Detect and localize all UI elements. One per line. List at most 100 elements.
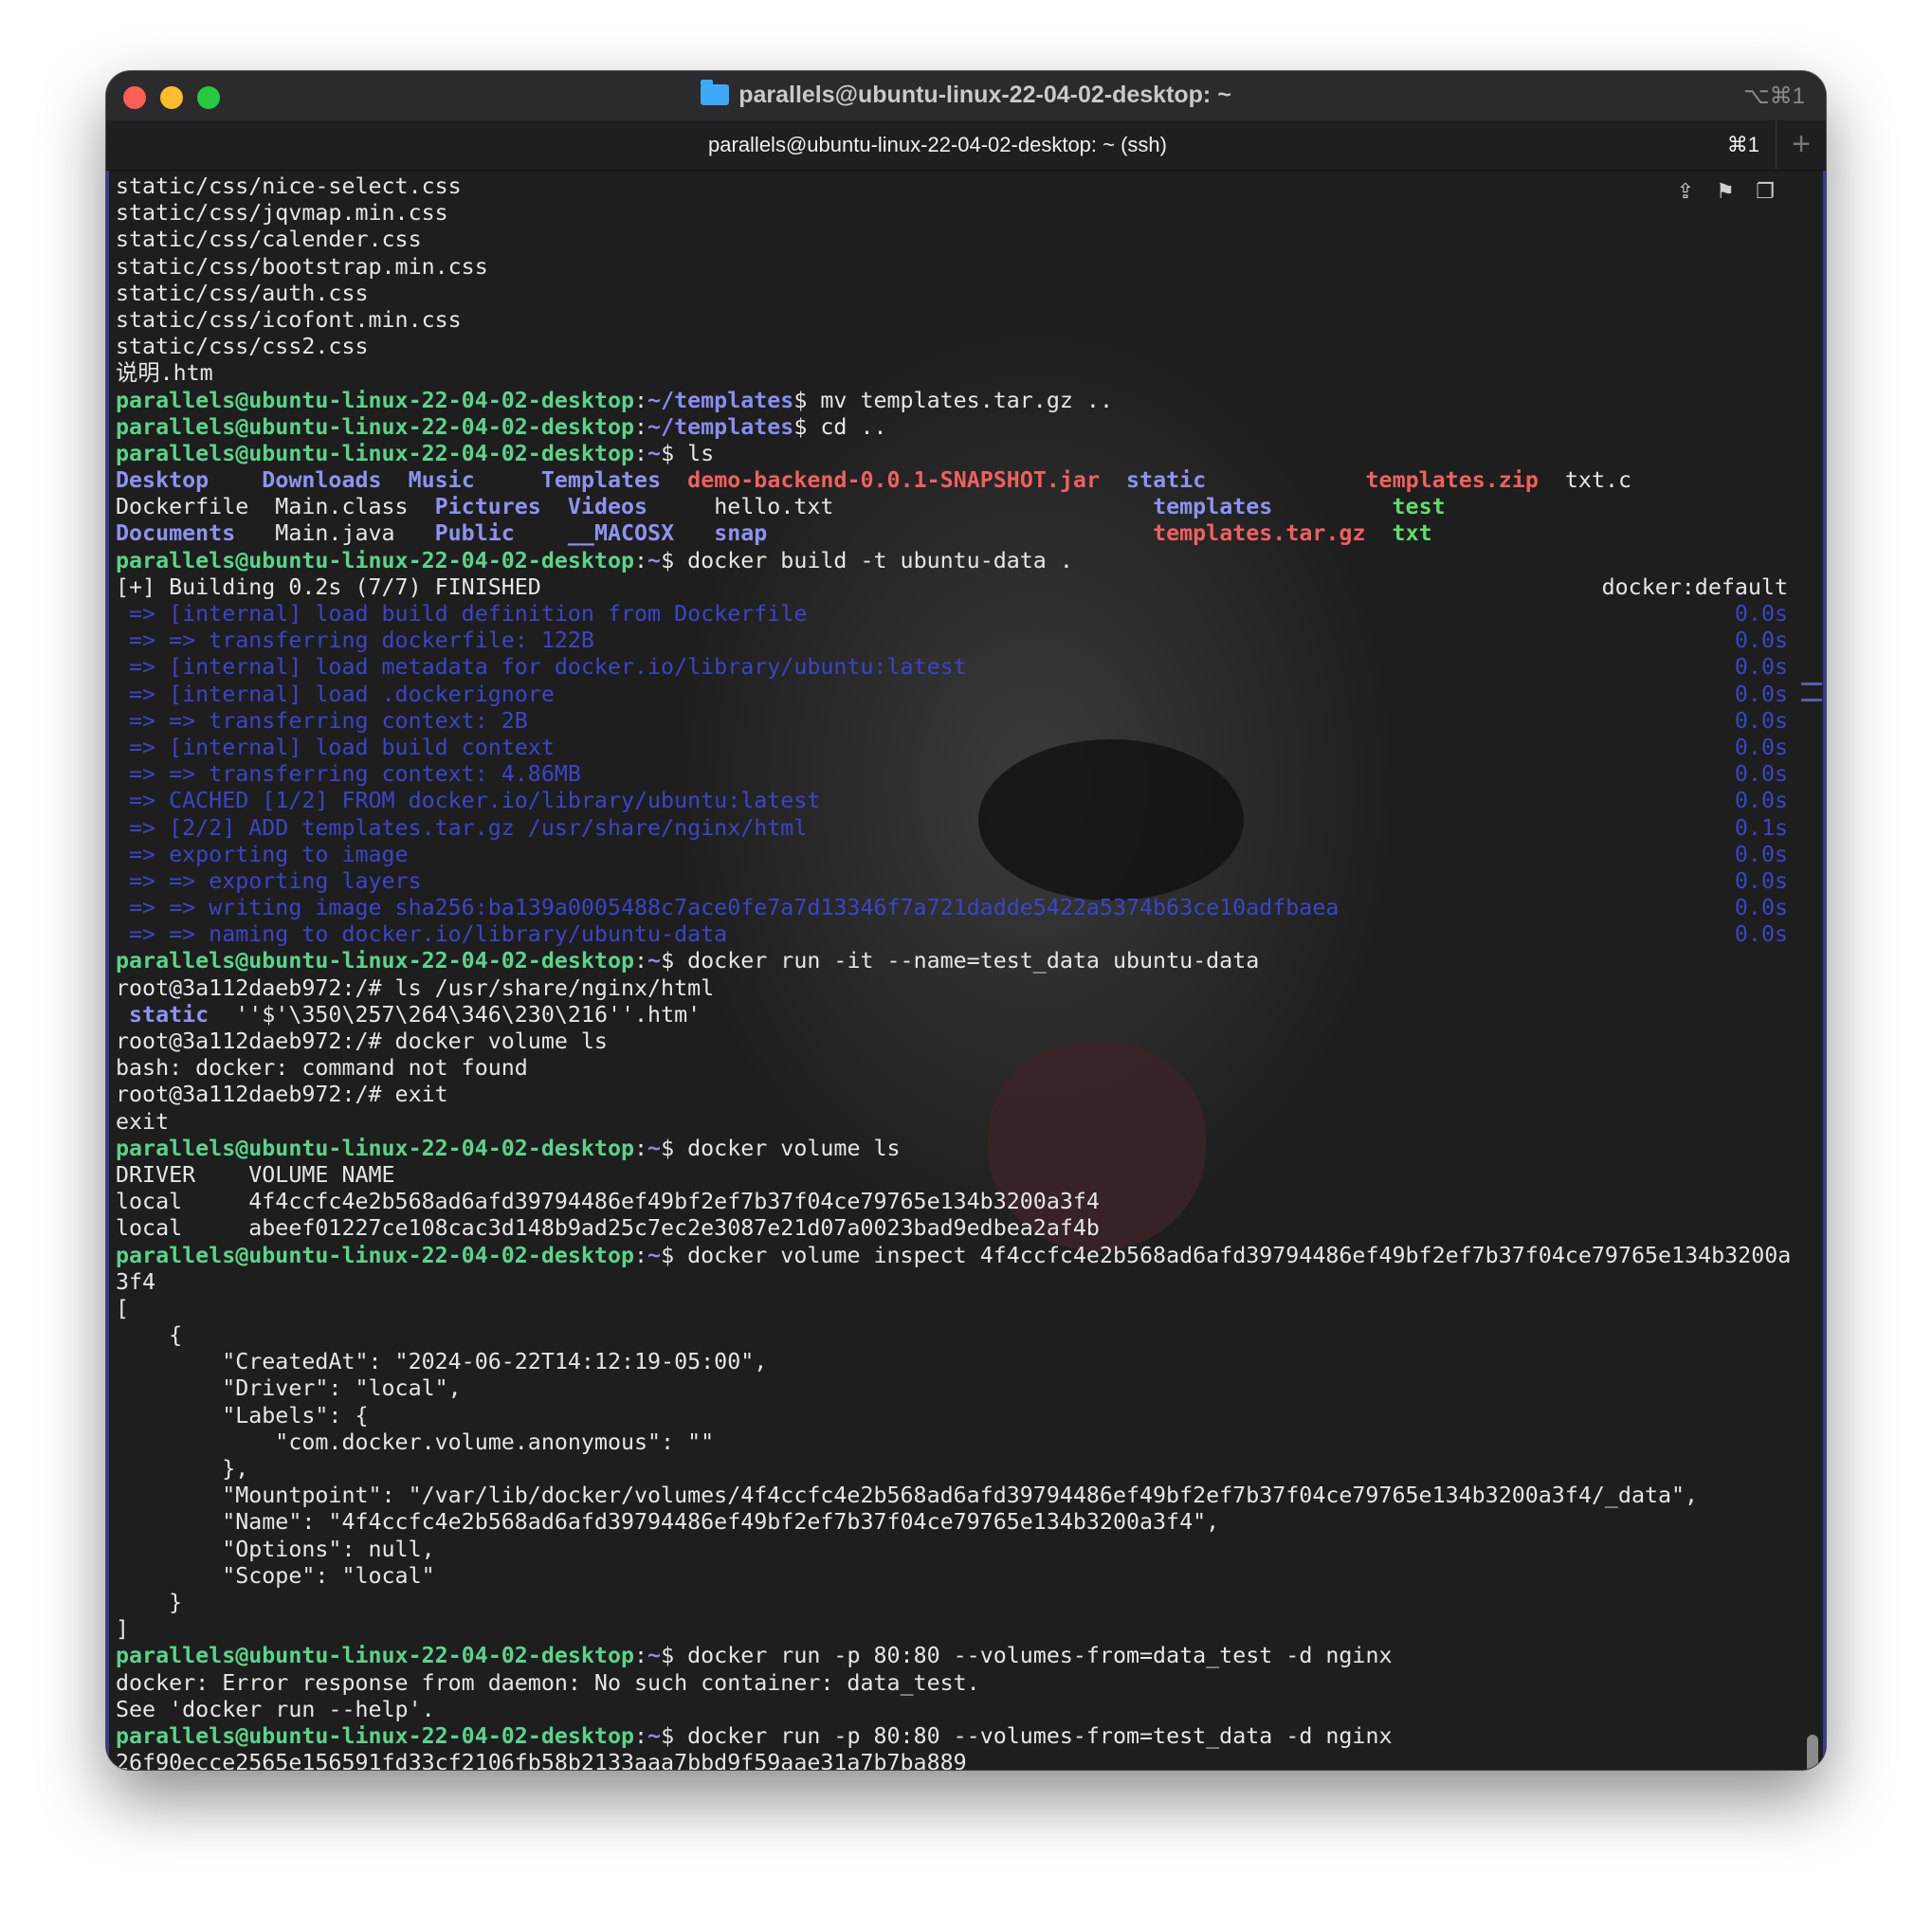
terminal-text: templates — [1153, 494, 1273, 520]
terminal-line: parallels@ubuntu-linux-22-04-02-desktop:… — [116, 414, 1788, 441]
terminal-text: docker: Error response from daemon: No s… — [116, 1669, 980, 1696]
terminal-line: parallels@ubuntu-linux-22-04-02-desktop:… — [116, 388, 1788, 414]
terminal-text: static/css/css2.css — [116, 334, 369, 360]
window-shortcut: ⌥⌘1 — [1742, 83, 1805, 109]
terminal-line: static/css/nice-select.css — [116, 173, 1788, 200]
terminal-content[interactable]: ⇪ ⚑ ❐ static/css/nice-select.css static/c… — [106, 171, 1826, 1770]
terminal-text: "Options": null, — [116, 1536, 435, 1562]
tab-ssh[interactable]: parallels@ubuntu-linux-22-04-02-desktop:… — [106, 133, 1769, 157]
terminal-line: parallels@ubuntu-linux-22-04-02-desktop:… — [116, 948, 1788, 974]
terminal-line: static/css/icofont.min.css — [116, 307, 1788, 334]
terminal-text: : — [634, 547, 648, 573]
terminal-annotation: 0.0s — [1734, 761, 1788, 788]
terminal-line: root@3a112daeb972:/# exit — [116, 1082, 1788, 1108]
terminal-text: 3f4 — [116, 1268, 156, 1295]
terminal-line: ] — [116, 1616, 1788, 1643]
scrollbar-thumb[interactable] — [1807, 1735, 1818, 1770]
terminal-text: "Scope": "local" — [116, 1562, 435, 1589]
terminal-annotation: 0.1s — [1734, 814, 1788, 841]
terminal-text: parallels@ubuntu-linux-22-04-02-desktop — [116, 1643, 635, 1669]
terminal-text: parallels@ubuntu-linux-22-04-02-desktop — [116, 387, 635, 413]
terminal-text: parallels@ubuntu-linux-22-04-02-desktop — [116, 413, 635, 440]
terminal-text: Downloads — [262, 467, 382, 494]
terminal-text: => => naming to docker.io/library/ubuntu… — [116, 921, 728, 948]
terminal-annotation: 0.0s — [1734, 654, 1788, 681]
terminal-text: => => transferring dockerfile: 122B — [116, 628, 594, 654]
terminal-text: ~/templates — [647, 413, 794, 440]
terminal-text: : — [634, 413, 648, 440]
terminal-text: } — [116, 1589, 183, 1615]
terminal-text: static/css/jqvmap.min.css — [116, 200, 448, 227]
terminal-line: static ''$'\350\257\264\346\230\216''.ht… — [116, 1002, 1788, 1028]
terminal-text: hello.txt — [647, 494, 1154, 520]
terminal-line: "Driver": "local", — [116, 1375, 1788, 1402]
terminal-text: => [internal] load build context — [116, 734, 555, 760]
terminal-line: => CACHED [1/2] FROM docker.io/library/u… — [116, 788, 1788, 814]
terminal-line: => => naming to docker.io/library/ubuntu… — [116, 921, 1788, 948]
terminal-text: Public — [434, 520, 515, 547]
terminal-line: => [internal] load .dockerignore 0.0s — [116, 682, 1788, 708]
terminal-text: templates.tar.gz — [1153, 520, 1366, 547]
terminal-line: static/css/bootstrap.min.css — [116, 254, 1788, 281]
terminal-line: } — [116, 1590, 1788, 1616]
scroll-mark — [1801, 682, 1822, 701]
terminal-text: bash: docker: command not found — [116, 1055, 528, 1082]
terminal-annotation: 0.0s — [1734, 788, 1788, 814]
terminal-text: ~ — [647, 547, 662, 573]
terminal-text: => [2/2] ADD templates.tar.gz /usr/share… — [116, 814, 808, 841]
terminal-line: static/css/auth.css — [116, 281, 1788, 307]
terminal-text: templates.zip — [1365, 467, 1539, 494]
terminal-text: $ docker build -t ubuntu-data . — [661, 547, 1073, 573]
new-tab-button[interactable]: + — [1776, 120, 1826, 170]
terminal-line: => [internal] load build context 0.0s — [116, 735, 1788, 761]
terminal-line: exit — [116, 1109, 1788, 1136]
terminal-line: => => writing image sha256:ba139a0005488… — [116, 895, 1788, 921]
terminal-line: static/css/calender.css — [116, 227, 1788, 253]
terminal-line: Documents Main.java Public __MACOSX snap… — [116, 520, 1788, 547]
terminal-text: Main.java — [235, 520, 435, 547]
terminal-annotation: 0.0s — [1734, 734, 1788, 760]
terminal-text: parallels@ubuntu-linux-22-04-02-desktop — [116, 440, 635, 466]
terminal-text: __MACOSX — [567, 520, 675, 547]
terminal-text: $ mv templates.tar.gz .. — [793, 387, 1113, 413]
terminal-text: Dockerfile Main.class — [116, 494, 435, 520]
terminal-text: $ cd .. — [793, 413, 887, 440]
terminal-line: => => transferring dockerfile: 122B 0.0s — [116, 628, 1788, 654]
terminal-annotation: 0.0s — [1734, 681, 1788, 707]
terminal-window: parallels@ubuntu-linux-22-04-02-desktop:… — [106, 71, 1826, 1770]
terminal-line: => [internal] load metadata for docker.i… — [116, 654, 1788, 681]
terminal-text: $ ls — [661, 440, 715, 466]
terminal-line: "Labels": { — [116, 1403, 1788, 1429]
terminal-text: [+] Building 0.2s (7/7) FINISHED — [116, 573, 541, 600]
terminal-line: root@3a112daeb972:/# docker volume ls — [116, 1028, 1788, 1055]
terminal-line: static/css/jqvmap.min.css — [116, 200, 1788, 227]
terminal-text: : — [634, 1722, 648, 1749]
terminal-text: parallels@ubuntu-linux-22-04-02-desktop — [116, 547, 635, 573]
terminal-line: parallels@ubuntu-linux-22-04-02-desktop:… — [116, 441, 1788, 467]
terminal-line: => [internal] load build definition from… — [116, 601, 1788, 628]
terminal-text: ~/templates — [647, 387, 794, 413]
terminal-text: $ docker run -p 80:80 --volumes-from=dat… — [661, 1643, 1393, 1669]
terminal-text: parallels@ubuntu-linux-22-04-02-desktop — [116, 1242, 635, 1268]
terminal-text: "CreatedAt": "2024-06-22T14:12:19-05:00"… — [116, 1349, 768, 1375]
terminal-text: => => transferring context: 2B — [116, 707, 528, 734]
terminal-text: static/css/nice-select.css — [116, 173, 462, 199]
folder-icon — [701, 80, 730, 105]
terminal-line: bash: docker: command not found — [116, 1055, 1788, 1082]
terminal-text: : — [634, 1135, 648, 1161]
terminal-text: ] — [116, 1616, 130, 1643]
terminal-annotation: 0.0s — [1734, 921, 1788, 948]
terminal-text: static — [1126, 467, 1207, 494]
terminal-text: static — [129, 1001, 210, 1028]
terminal-text: { — [116, 1322, 183, 1349]
terminal-text: Videos — [567, 494, 648, 520]
terminal-output[interactable]: static/css/nice-select.css static/css/jqv… — [116, 173, 1791, 1770]
terminal-text: DRIVER VOLUME NAME — [116, 1161, 395, 1188]
terminal-text: "com.docker.volume.anonymous": "" — [116, 1429, 715, 1455]
